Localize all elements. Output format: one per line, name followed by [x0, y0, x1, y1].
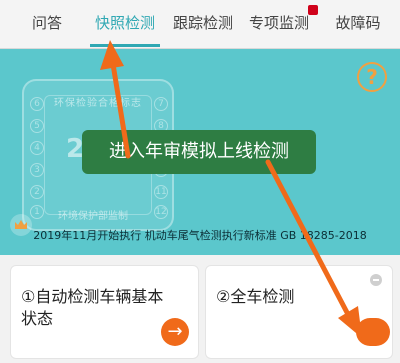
seal-number: 6 [30, 97, 44, 111]
seal-number: 5 [30, 119, 44, 133]
full-vehicle-check-card[interactable]: ②全车检测 [205, 265, 393, 359]
new-badge [308, 5, 318, 15]
seal-footer: 环境保护部监制 [58, 211, 128, 222]
standard-notice: 2019年11月开始执行 机动车尾气检测执行新标准 GB 18285-2018 [33, 229, 367, 242]
seal-number: 12 [154, 205, 168, 219]
seal-number: 3 [30, 163, 44, 177]
top-tab-bar: 问答 快照检测 跟踪检测 专项监测 故障码 [0, 0, 400, 49]
help-icon[interactable]: ? [357, 62, 387, 92]
seal-number: 11 [154, 185, 168, 199]
annual-inspection-callout[interactable]: 进入年审模拟上线检测 [82, 130, 316, 174]
tab-snapshot-test[interactable]: 快照检测 [90, 0, 160, 46]
seal-number: 1 [30, 205, 44, 219]
start-check-button[interactable] [356, 318, 390, 346]
tab-fault-code[interactable]: 故障码 [328, 0, 388, 46]
auto-check-title: ①自动检测车辆基本状态 [21, 287, 164, 328]
active-tab-indicator [90, 44, 160, 47]
tab-tracking-test[interactable]: 跟踪检测 [170, 0, 236, 46]
seal-number: 7 [154, 97, 168, 111]
tab-qa[interactable]: 问答 [22, 0, 72, 46]
full-vehicle-check-title: ②全车检测 [216, 287, 295, 306]
seal-number: 4 [30, 141, 44, 155]
remove-icon[interactable] [370, 274, 382, 286]
tab-special-monitoring[interactable]: 专项监测 [246, 0, 312, 46]
seal-title: 环保检验合格标志 [54, 98, 142, 109]
auto-check-card[interactable]: ①自动检测车辆基本状态 → [10, 265, 199, 359]
header-banner: ? 环保检验合格标志 20 环境保护部监制 6 5 4 3 2 1 7 8 9 … [0, 49, 400, 255]
seal-number: 2 [30, 185, 44, 199]
arrow-right-button[interactable]: → [161, 318, 189, 346]
